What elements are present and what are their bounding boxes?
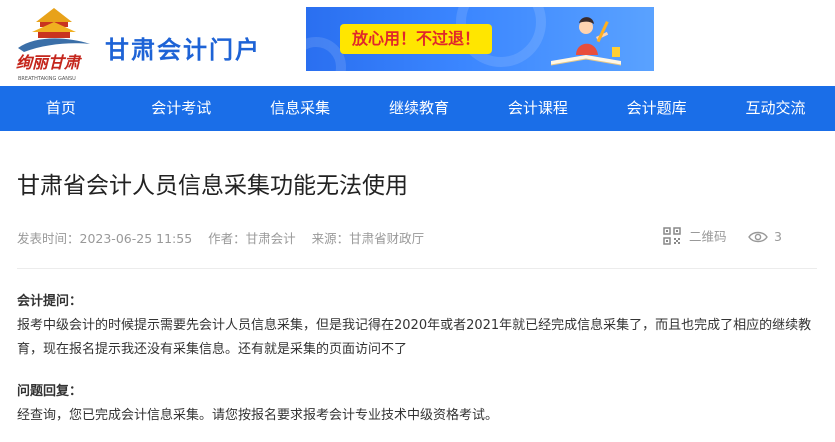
nav-item-interaction[interactable]: 互动交流 — [716, 86, 835, 131]
author: 作者：甘肃会计 — [208, 231, 296, 246]
view-count: 3 — [748, 229, 782, 244]
question-text: 报考中级会计的时候提示需要先会计人员信息采集，但是我记得在2020年或者2021… — [17, 318, 812, 357]
publish-time: 发表时间：2023-06-25 11:55 — [17, 231, 193, 246]
question-label: 会计提问： — [17, 294, 83, 309]
svg-text:BREATHTAKING GANSU: BREATHTAKING GANSU — [18, 76, 76, 82]
site-name[interactable]: 甘肃会计门户 — [105, 30, 261, 65]
banner-slogan: 放心用！不过退！ — [340, 24, 493, 54]
nav-item-home[interactable]: 首页 — [0, 86, 122, 131]
answer-text: 经查询，您已完成会计信息采集。请您按报名要求报考会计专业技术中级资格考试。 — [17, 408, 499, 423]
svg-text:绚丽甘肃: 绚丽甘肃 — [16, 53, 83, 72]
eye-icon — [748, 231, 768, 242]
article-body: 会计提问： 报考中级会计的时候提示需要先会计人员信息采集，但是我记得在2020年… — [17, 290, 825, 428]
nav-item-question-bank[interactable]: 会计题库 — [597, 86, 716, 131]
source: 来源：甘肃省财政厅 — [311, 231, 425, 246]
qr-code-icon — [663, 226, 681, 245]
gansu-logo[interactable]: 绚丽甘肃 BREATHTAKING GANSU — [10, 0, 98, 84]
qr-code-label: 二维码 — [689, 229, 727, 244]
reading-person-illustration — [550, 17, 622, 66]
main-nav: 首页 会计考试 信息采集 继续教育 会计课程 会计题库 互动交流 — [0, 86, 835, 131]
meta-divider — [17, 268, 817, 269]
qr-code-button[interactable]: 二维码 — [663, 226, 727, 245]
nav-item-info-collection[interactable]: 信息采集 — [241, 86, 360, 131]
article-title: 甘肃省会计人员信息采集功能无法使用 — [17, 173, 408, 199]
promo-banner[interactable]: 放心用！不过退！ — [306, 7, 654, 71]
nav-item-continuing-education[interactable]: 继续教育 — [360, 86, 479, 131]
view-count-value: 3 — [774, 229, 782, 244]
nav-item-exam[interactable]: 会计考试 — [122, 86, 241, 131]
nav-item-courses[interactable]: 会计课程 — [478, 86, 597, 131]
article-meta: 发表时间：2023-06-25 11:55 作者：甘肃会计 来源：甘肃省财政厅 — [17, 228, 424, 247]
header: 绚丽甘肃 BREATHTAKING GANSU 甘肃会计门户 放心用！不过退！ — [0, 0, 835, 86]
answer-label: 问题回复： — [17, 384, 83, 399]
